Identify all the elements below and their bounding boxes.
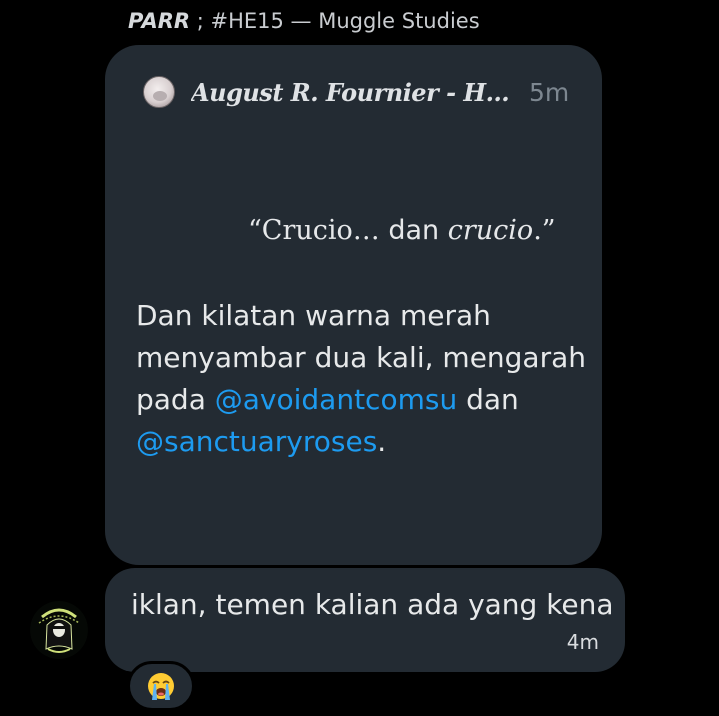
quote-italic: crucio xyxy=(447,215,534,246)
quoted-post-card[interactable]: August R. Fournier - HE… 5m “Crucio… dan… xyxy=(105,45,602,565)
quoted-post-body: Dan kilatan warna merah menyambar dua ka… xyxy=(136,295,586,463)
quoted-author-avatar[interactable] xyxy=(143,76,175,108)
reply-header: PARR ; #HE15 — Muggle Studies xyxy=(128,9,480,33)
quoted-body-connector: dan xyxy=(457,383,519,416)
chat-screen: PARR ; #HE15 — Muggle Studies August R. … xyxy=(0,0,719,716)
reaction-pill[interactable] xyxy=(127,661,195,711)
quote-middle: dan xyxy=(379,215,448,246)
quote-open: “Crucio… xyxy=(248,215,380,246)
quoted-post-header: August R. Fournier - HE… 5m xyxy=(143,75,583,109)
loudly-crying-face-icon xyxy=(148,673,174,700)
quoted-spell-line: “Crucio… dan crucio.” xyxy=(248,215,556,246)
quoted-body-end: . xyxy=(377,425,387,458)
reply-context-text: ; #HE15 — Muggle Studies xyxy=(190,9,480,33)
mention-link-sanctuaryroses[interactable]: @sanctuaryroses xyxy=(136,425,377,458)
sender-avatar-image xyxy=(30,601,88,659)
quoted-post-time: 5m xyxy=(529,77,570,107)
message-bubble[interactable]: iklan, temen kalian ada yang kena 4m xyxy=(105,568,625,672)
quoted-author-name[interactable]: August R. Fournier - HE… xyxy=(191,78,511,107)
mention-link-avoidantcomsu[interactable]: @avoidantcomsu xyxy=(215,383,457,416)
sender-avatar[interactable] xyxy=(30,599,88,661)
reply-sender-name[interactable]: PARR xyxy=(128,9,190,33)
message-text: iklan, temen kalian ada yang kena xyxy=(131,588,614,621)
quote-close: .” xyxy=(533,215,556,246)
message-time: 4m xyxy=(566,630,599,654)
